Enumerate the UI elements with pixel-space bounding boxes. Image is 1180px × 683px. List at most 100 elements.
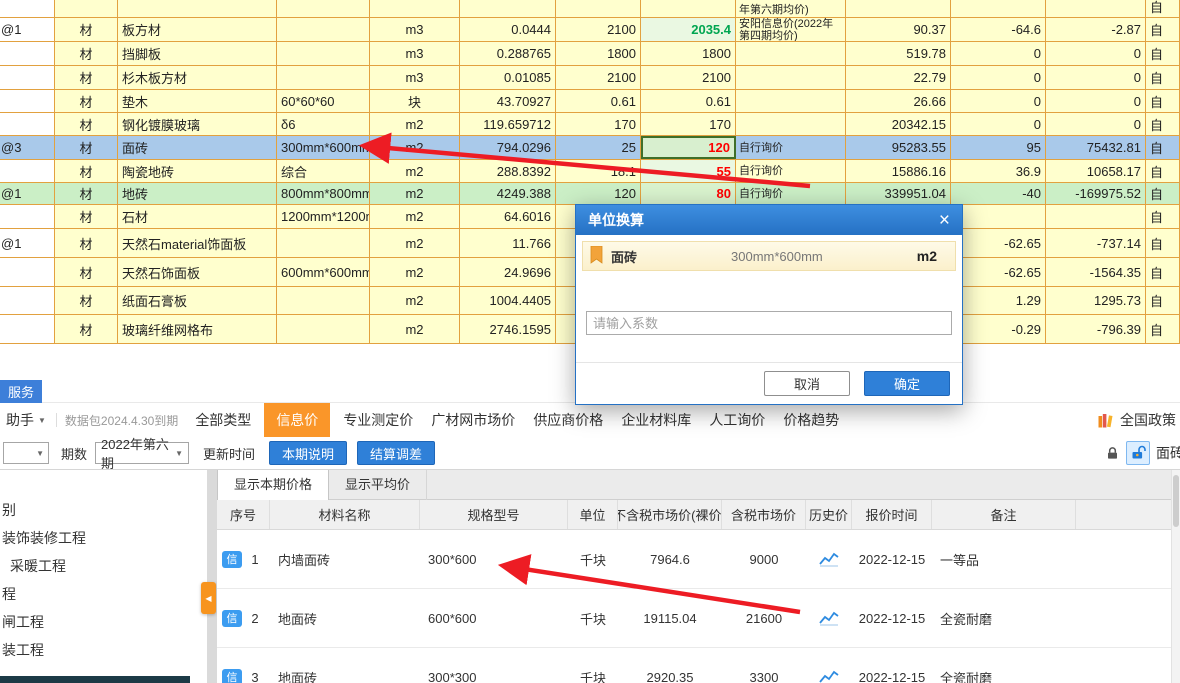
history-price[interactable] [806,530,852,588]
material-unit[interactable]: m2 [370,229,460,257]
material-code[interactable]: @1 [0,229,55,257]
material-qty[interactable]: 0.0444 [460,18,556,41]
material-qty[interactable]: 11.766 [460,229,556,257]
update-time-button[interactable]: 更新时间 [203,444,255,463]
material-name[interactable]: 挡脚板 [118,42,277,65]
material-type[interactable]: 材 [55,229,118,257]
material-code[interactable] [0,42,55,65]
market-price[interactable]: 2100 [641,66,736,89]
row-tail[interactable]: 自 [1146,113,1180,135]
material-type[interactable]: 材 [55,315,118,343]
market-total[interactable]: 26.66 [846,90,951,112]
diff-total[interactable]: 0 [1046,66,1146,89]
material-name[interactable]: 垫木 [118,90,277,112]
material-code[interactable] [0,0,55,17]
material-code[interactable] [0,66,55,89]
material-name[interactable]: 面砖 [118,136,277,159]
material-unit[interactable]: m2 [370,287,460,314]
material-name[interactable]: 天然石material饰面板 [118,229,277,257]
price-diff[interactable]: -0.29 [951,315,1046,343]
material-spec[interactable]: 1200mm*1200mm [277,205,370,228]
price-row[interactable]: 信 3 地面砖 300*300 千块 2920.35 3300 2022-12-15 全瓷耐磨 [217,648,1180,683]
diff-total[interactable]: -1564.35 [1046,258,1146,286]
material-name[interactable]: 纸面石膏板 [118,287,277,314]
price-source[interactable] [736,66,846,89]
diff-total[interactable] [1046,0,1146,17]
price-source[interactable] [736,90,846,112]
material-unit[interactable]: m3 [370,66,460,89]
material-spec[interactable]: δ6 [277,113,370,135]
material-type[interactable]: 材 [55,160,118,182]
row-tail[interactable]: 自 [1146,205,1180,228]
price-source[interactable]: 自行询价 [736,136,846,159]
material-type[interactable]: 材 [55,113,118,135]
sidebar-collapse-handle[interactable]: ◀ [201,582,216,614]
material-unit[interactable] [370,0,460,17]
material-unit[interactable]: m2 [370,113,460,135]
material-row[interactable]: 材杉木板方材 m3 0.01085 2100 2100 22.79 0 0 自 [0,66,1180,90]
material-type[interactable] [55,0,118,17]
tree-item-5[interactable]: 闸工程 [0,608,207,636]
material-code[interactable]: @1 [0,183,55,204]
national-policy-link[interactable]: 全国政策 [1098,410,1176,430]
nav-item-5[interactable]: 供应商价格 [533,403,603,437]
material-name[interactable]: 地砖 [118,183,277,204]
close-icon[interactable]: × [939,211,950,230]
material-type[interactable]: 材 [55,136,118,159]
material-row[interactable]: @1 材板方材 m3 0.0444 2100 2035.4 安阳信息价(2022年第四期均价… [0,18,1180,42]
row-tail[interactable]: 自 [1146,229,1180,257]
material-qty[interactable]: 288.8392 [460,160,556,182]
row-tail[interactable]: 自 [1146,90,1180,112]
market-price[interactable]: 2035.4 [641,18,736,41]
material-qty[interactable]: 4249.388 [460,183,556,204]
row-tail[interactable]: 自 [1146,136,1180,159]
material-code[interactable] [0,315,55,343]
nav-item-3[interactable]: 专业测定价 [343,403,413,437]
row-tail[interactable]: 自 [1146,183,1180,204]
material-type[interactable]: 材 [55,183,118,204]
material-spec[interactable]: 600mm*600mm [277,258,370,286]
tree-item-1[interactable]: 别 [0,496,207,524]
budget-price[interactable]: 2100 [556,18,641,41]
material-spec[interactable]: 综合 [277,160,370,182]
price-source[interactable]: 自行询价 [736,160,846,182]
material-code[interactable] [0,160,55,182]
material-spec[interactable] [277,0,370,17]
budget-price[interactable]: 2100 [556,66,641,89]
budget-price[interactable]: 18.1 [556,160,641,182]
diff-total[interactable]: 1295.73 [1046,287,1146,314]
cancel-button[interactable]: 取消 [764,371,850,396]
material-name[interactable]: 石材 [118,205,277,228]
market-price[interactable]: 55 [641,160,736,182]
nav-item-8[interactable]: 价格趋势 [783,403,839,437]
nav-item-4[interactable]: 广材网市场价 [431,403,515,437]
row-tail[interactable]: 自 [1146,160,1180,182]
budget-price[interactable]: 1800 [556,42,641,65]
material-row[interactable]: 材垫木 60*60*60 块 43.70927 0.61 0.61 26.66 0 0 自 [0,90,1180,113]
scrollbar-thumb[interactable] [1173,475,1179,527]
material-name[interactable] [118,0,277,17]
diff-total[interactable]: -737.14 [1046,229,1146,257]
material-code[interactable] [0,205,55,228]
market-total[interactable]: 519.78 [846,42,951,65]
material-name[interactable]: 钢化镀膜玻璃 [118,113,277,135]
period-select[interactable]: 2022年第六期 ▼ [95,437,190,471]
row-tail[interactable]: 自 [1146,0,1180,17]
unlock-button[interactable] [1126,441,1150,465]
material-code[interactable]: @1 [0,18,55,41]
budget-price[interactable]: 25 [556,136,641,159]
price-row[interactable]: 信 1 内墙面砖 300*600 千块 7964.6 9000 2022-12-15 一等品 [217,530,1180,589]
material-qty[interactable]: 43.70927 [460,90,556,112]
material-qty[interactable] [460,0,556,17]
budget-price[interactable]: 120 [556,183,641,204]
diff-total[interactable]: 10658.17 [1046,160,1146,182]
price-source[interactable]: 自行询价 [736,183,846,204]
material-type[interactable]: 材 [55,258,118,286]
material-code[interactable] [0,258,55,286]
coefficient-input[interactable] [586,311,952,335]
settlement-adjust-button[interactable]: 结算调差 [357,441,436,465]
material-qty[interactable]: 2746.1595 [460,315,556,343]
material-row[interactable]: 年第六期均价) 自 [0,0,1180,18]
diff-total[interactable]: 75432.81 [1046,136,1146,159]
row-tail[interactable]: 自 [1146,42,1180,65]
